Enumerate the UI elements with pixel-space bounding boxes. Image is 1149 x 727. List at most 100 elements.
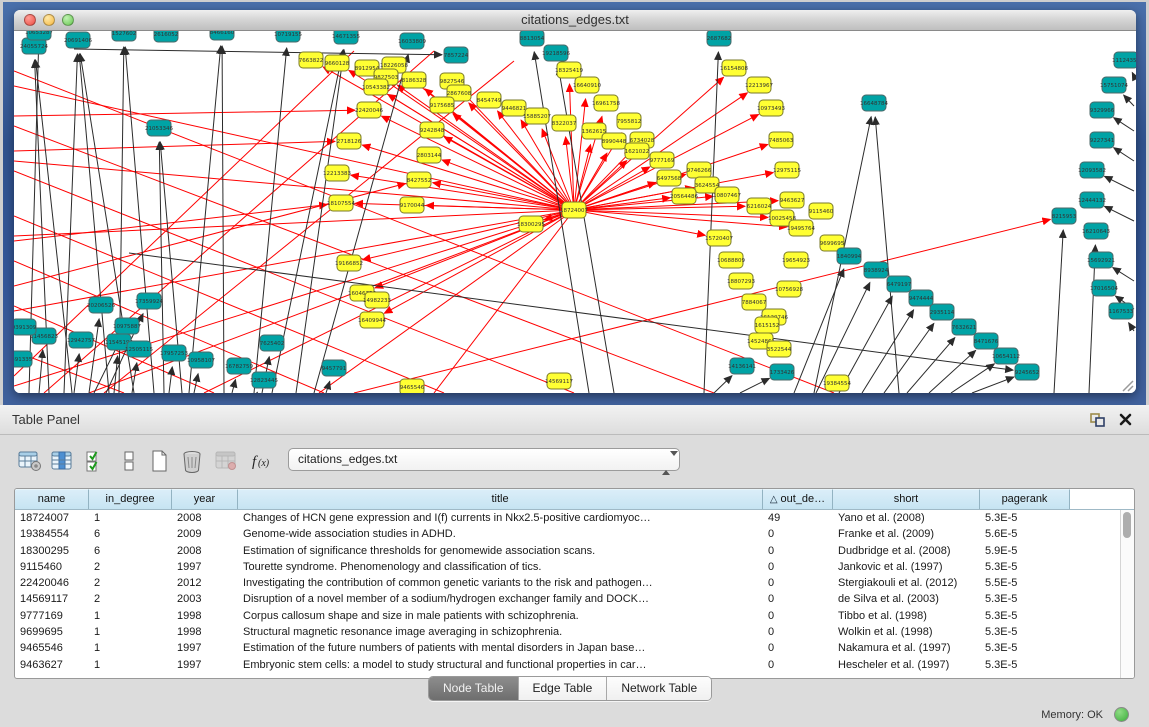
graph-node[interactable]: 17016504	[1090, 280, 1118, 296]
graph-node[interactable]: 9391309	[14, 319, 37, 335]
graph-node[interactable]: 8938924	[864, 262, 889, 278]
graph-node[interactable]: 10719155	[274, 31, 302, 42]
graph-node[interactable]: 10975887	[113, 318, 141, 334]
table-row[interactable]: 1938455462009Genome-wide association stu…	[15, 526, 1134, 542]
graph-node[interactable]: 9329966	[1090, 102, 1115, 118]
graph-node[interactable]: 15692921	[1087, 252, 1115, 268]
graph-node[interactable]: 3522544	[767, 341, 792, 357]
tab-node-table[interactable]: Node Table	[429, 677, 519, 700]
graph-node[interactable]: 9227341	[1090, 132, 1115, 148]
graph-node[interactable]: 12823445	[250, 372, 278, 388]
new-document-icon[interactable]	[145, 447, 173, 475]
graph-node[interactable]: 10958107	[187, 352, 215, 368]
delete-trash-icon[interactable]	[178, 447, 206, 475]
graph-node[interactable]: 10807467	[713, 187, 741, 203]
table-row[interactable]: 2242004622012Investigating the contribut…	[15, 575, 1134, 591]
graph-node[interactable]: 16210643	[1082, 223, 1110, 239]
graph-node[interactable]: 9746266	[687, 162, 712, 178]
function-builder-icon[interactable]: f(x)	[249, 447, 277, 475]
graph-node[interactable]: 16640910	[573, 77, 601, 93]
graph-node[interactable]: 12942757	[67, 332, 95, 348]
graph-node[interactable]: 10543382	[362, 79, 390, 95]
graph-node[interactable]: 9457791	[322, 360, 347, 376]
column-header-out_de[interactable]: △out_de…	[763, 489, 833, 509]
graph-node[interactable]: 12444132	[1078, 192, 1106, 208]
graph-node[interactable]: 2935114	[930, 304, 955, 320]
table-row[interactable]: 946554611997Estimation of the future num…	[15, 640, 1134, 656]
table-row[interactable]: 946362711997Embryonic stem cells: a mode…	[15, 657, 1134, 673]
graph-node[interactable]: 8471676	[974, 333, 999, 349]
graph-node[interactable]: 19654923	[782, 252, 810, 268]
graph-node[interactable]: 20206526	[87, 297, 115, 313]
resize-grip-icon[interactable]	[1120, 378, 1134, 392]
table-row[interactable]: 1830029562008Estimation of significance …	[15, 543, 1134, 559]
table-row[interactable]: 1456911722003Disruption of a novel membe…	[15, 591, 1134, 607]
graph-node[interactable]: 9474444	[909, 290, 934, 306]
graph-node[interactable]: 9463627	[780, 192, 805, 208]
graph-node[interactable]: 8186328	[402, 72, 427, 88]
graph-node[interactable]: 9391335	[14, 351, 33, 367]
tab-network-table[interactable]: Network Table	[607, 677, 711, 700]
graph-node[interactable]: 19495764	[787, 220, 815, 236]
delete-table-icon[interactable]	[212, 447, 240, 475]
column-header-pagerank[interactable]: pagerank	[980, 489, 1070, 509]
table-row[interactable]: 911546021997Tourette syndrome. Phenomeno…	[15, 559, 1134, 575]
network-graph[interactable]: 1872400718300295766382296601288912954182…	[14, 31, 1136, 393]
graph-node[interactable]: 1840994	[837, 248, 862, 264]
graph-node[interactable]: 19384554	[823, 375, 851, 391]
graph-node[interactable]: 14671355	[332, 31, 360, 44]
graph-node[interactable]: 2803144	[417, 147, 442, 163]
table-row[interactable]: 969969511998Structural magnetic resonanc…	[15, 624, 1134, 640]
graph-node[interactable]: 8215953	[1052, 208, 1077, 224]
graph-node[interactable]: 1167533	[1109, 303, 1134, 319]
graph-node[interactable]: 15885207	[523, 108, 551, 124]
graph-node[interactable]: 19166852	[335, 255, 363, 271]
tab-edge-table[interactable]: Edge Table	[519, 677, 608, 700]
graph-node[interactable]: 1527602	[112, 31, 137, 41]
graph-node[interactable]: 22420046	[355, 102, 383, 118]
graph-node[interactable]: 2718126	[337, 133, 362, 149]
graph-node[interactable]: 16409944	[358, 312, 386, 328]
table-selector-dropdown[interactable]: citations_edges.txt	[288, 448, 680, 471]
graph-node[interactable]: 10654112	[992, 348, 1020, 364]
table-settings-icon[interactable]	[16, 447, 44, 475]
network-window-titlebar[interactable]: citations_edges.txt	[14, 10, 1136, 31]
graph-node[interactable]: 9175685	[430, 97, 455, 113]
graph-node[interactable]: 1615152	[755, 317, 780, 333]
column-header-in_degree[interactable]: in_degree	[89, 489, 172, 509]
graph-node[interactable]: 8454749	[477, 92, 502, 108]
graph-node[interactable]: 9660128	[325, 55, 350, 71]
graph-node[interactable]: 7663822	[299, 52, 324, 68]
graph-node[interactable]: 2616052	[154, 31, 179, 42]
graph-node[interactable]: 8466160	[210, 31, 235, 40]
graph-node[interactable]: 17359924	[135, 293, 163, 309]
table-scrollbar-thumb[interactable]	[1123, 512, 1131, 538]
table-scrollbar[interactable]	[1120, 510, 1134, 678]
toggle-rows-icon[interactable]	[115, 447, 143, 475]
graph-node[interactable]: 10973493	[757, 100, 785, 116]
graph-node[interactable]: 18325419	[555, 62, 583, 78]
graph-node[interactable]: 16154808	[720, 60, 748, 76]
graph-node[interactable]: 10653287	[25, 31, 53, 40]
graph-node[interactable]: 7955812	[617, 113, 642, 129]
graph-node[interactable]: 6216024	[747, 198, 772, 214]
graph-node[interactable]: 7625402	[260, 335, 285, 351]
graph-node[interactable]: 10688809	[717, 252, 745, 268]
graph-node[interactable]: 12093582	[1078, 162, 1106, 178]
graph-node[interactable]: 16961758	[592, 95, 620, 111]
graph-node[interactable]: 9115460	[809, 203, 834, 219]
graph-node[interactable]: 18724007	[560, 202, 588, 218]
graph-node[interactable]: 6479197	[887, 276, 912, 292]
network-window[interactable]: citations_edges.txt 18724007183002957663…	[14, 10, 1136, 393]
graph-node[interactable]: 16033809	[398, 33, 426, 49]
graph-node[interactable]: 12213967	[745, 77, 773, 93]
graph-node[interactable]: 7632621	[952, 319, 977, 335]
graph-node[interactable]: 11124358	[1112, 52, 1136, 68]
float-panel-icon[interactable]	[1090, 413, 1105, 427]
graph-node[interactable]: 10756928	[775, 281, 803, 297]
select-columns-icon[interactable]	[82, 447, 110, 475]
show-columns-icon[interactable]	[48, 447, 76, 475]
graph-node[interactable]: 2687682	[707, 31, 732, 46]
graph-node[interactable]: 14136141	[728, 358, 756, 374]
graph-node[interactable]: 9245652	[1015, 364, 1040, 380]
